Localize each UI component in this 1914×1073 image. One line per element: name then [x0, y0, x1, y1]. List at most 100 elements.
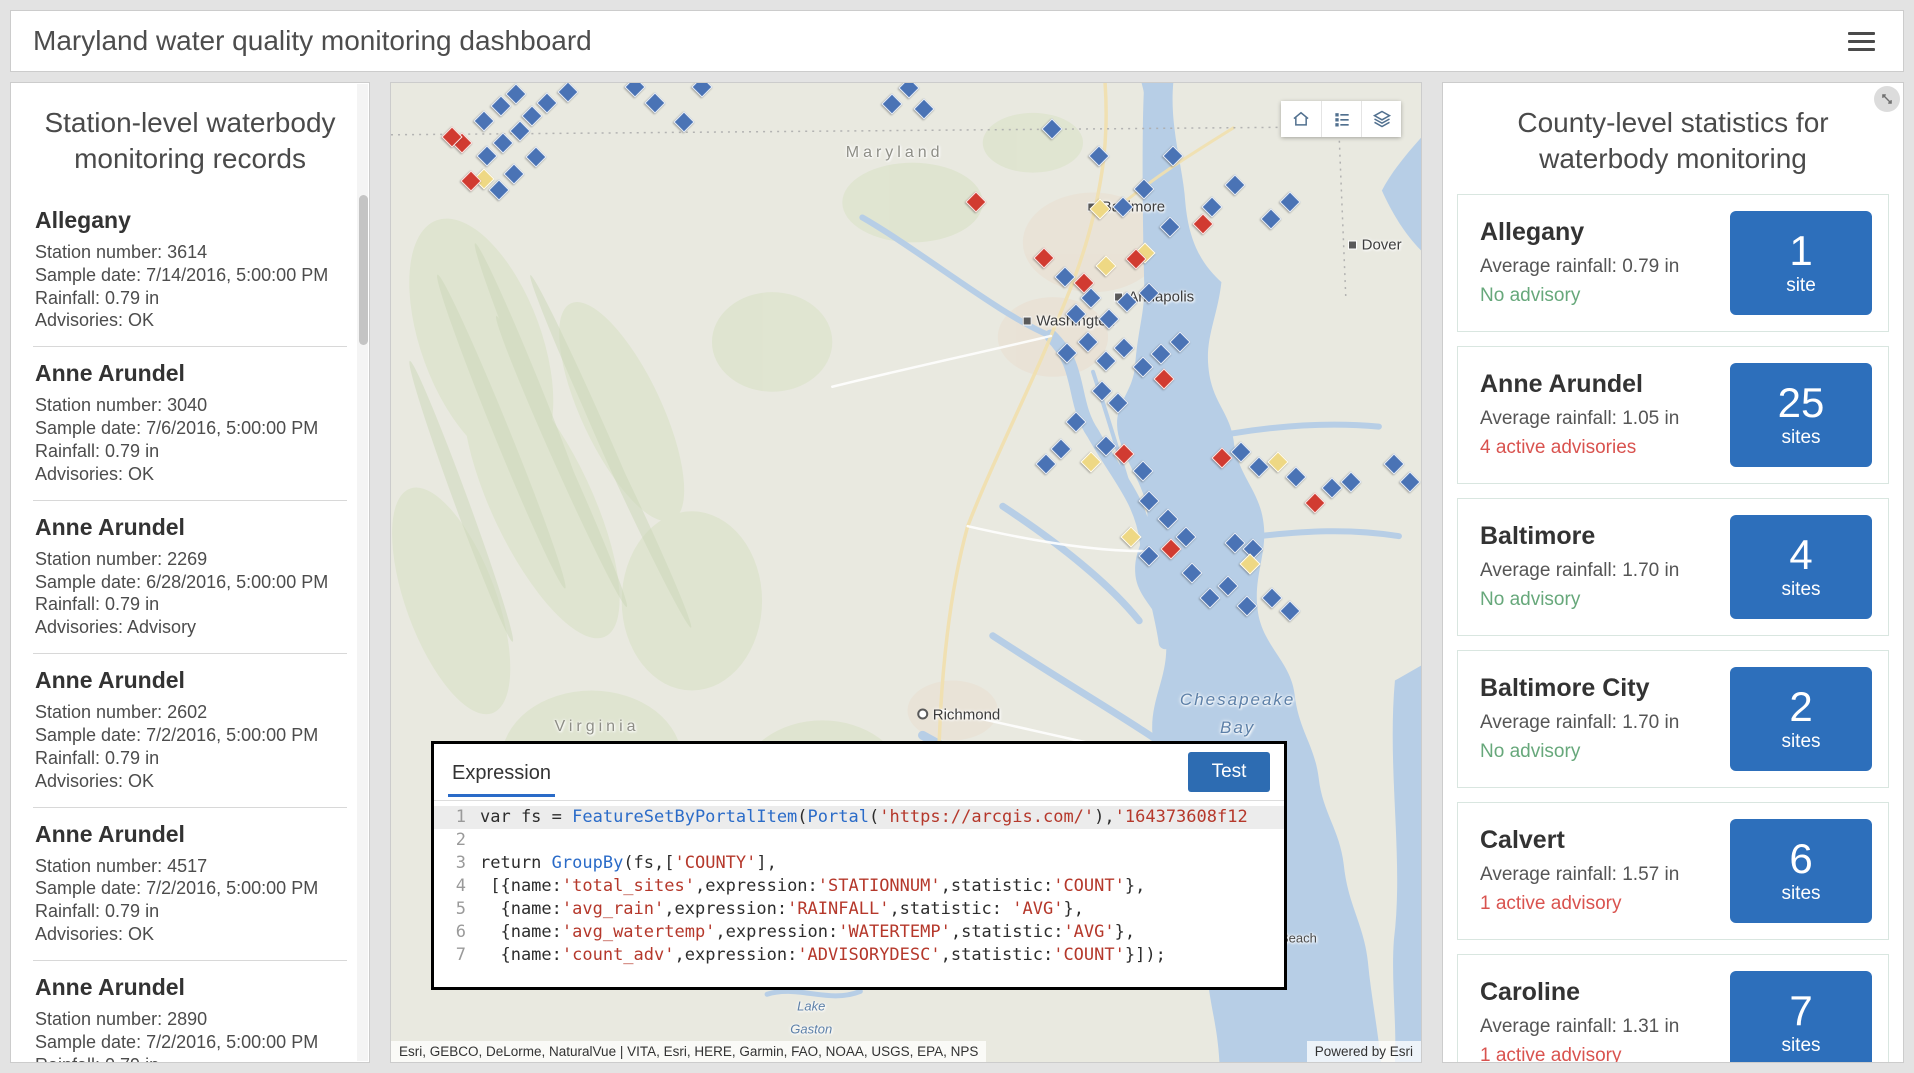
code-token: 'AVG' [1012, 899, 1063, 919]
site-count-value: 7 [1789, 989, 1812, 1033]
site-count-box: 25sites [1730, 363, 1872, 467]
county-card[interactable]: Anne Arundel Average rainfall: 1.05 in 4 a… [1457, 346, 1889, 484]
station-detail: Station number: 4517 [35, 855, 345, 878]
legend-icon [1332, 109, 1352, 129]
county-card[interactable]: Baltimore Average rainfall: 1.70 in No adv… [1457, 498, 1889, 636]
site-count-value: 25 [1778, 381, 1825, 425]
code-token: 'COUNTY' [675, 853, 757, 873]
code-token: ,expression: [695, 876, 818, 896]
station-list-item[interactable]: Anne ArundelStation number: 4517Sample d… [33, 808, 347, 961]
county-card[interactable]: Allegany Average rainfall: 0.79 in No advi… [1457, 194, 1889, 332]
site-count-box: 7sites [1730, 971, 1872, 1063]
code-token: ,expression: [664, 899, 787, 919]
code-line: 5 {name:'avg_rain',expression:'RAINFALL'… [434, 898, 1284, 921]
station-detail: Advisories: OK [35, 463, 345, 486]
county-rainfall: Average rainfall: 1.31 in [1480, 1016, 1679, 1038]
station-list-item[interactable]: Anne ArundelStation number: 2602Sample d… [33, 654, 347, 807]
code-line: 2 [434, 829, 1284, 852]
code-token: ,expression: [674, 945, 797, 965]
site-count-box: 4sites [1730, 515, 1872, 619]
county-advisory: No advisory [1480, 589, 1679, 611]
station-list-item[interactable]: AlleganyStation number: 3614Sample date:… [33, 194, 347, 347]
county-name: Baltimore [1480, 522, 1679, 551]
expand-panel-button[interactable] [1874, 86, 1900, 112]
code-token: {name: [480, 945, 562, 965]
station-detail: Advisories: OK [35, 923, 345, 946]
right-panel-title: County-level statistics for waterbody mo… [1457, 83, 1889, 194]
legend-button[interactable] [1321, 101, 1361, 137]
page-title: Maryland water quality monitoring dashbo… [33, 25, 592, 57]
county-info: Allegany Average rainfall: 0.79 in No advi… [1480, 218, 1679, 307]
county-name: Caroline [1480, 978, 1679, 1007]
map-label: Virginia [554, 718, 639, 736]
code-token: var fs = [480, 807, 572, 827]
site-count-unit: site [1786, 275, 1816, 297]
code-token: 'avg_watertemp' [562, 922, 716, 942]
code-token: ,statistic: [941, 876, 1054, 896]
attribution-text: Esri, GEBCO, DeLorme, NaturalVue | VITA,… [391, 1041, 986, 1062]
site-count-box: 2sites [1730, 667, 1872, 771]
code-token: 'WATERTEMP' [838, 922, 951, 942]
code-token: 'COUNT' [1053, 945, 1125, 965]
county-name: Allegany [1480, 218, 1679, 247]
test-button[interactable]: Test [1188, 752, 1270, 792]
expression-editor-header: Expression Test [434, 744, 1284, 800]
code-token: ), [1094, 807, 1114, 827]
county-rainfall: Average rainfall: 1.70 in [1480, 712, 1679, 734]
county-card[interactable]: CalvertAverage rainfall: 1.57 in1 active… [1457, 802, 1889, 940]
powered-by-esri-link[interactable]: Powered by Esri [1307, 1041, 1421, 1062]
line-number: 1 [434, 806, 480, 829]
station-detail: Advisories: OK [35, 770, 345, 793]
tab-expression[interactable]: Expression [448, 748, 555, 797]
station-detail: Station number: 2890 [35, 1008, 345, 1031]
code-token: ,statistic: [941, 945, 1054, 965]
map-label: Maryland [846, 144, 944, 162]
code-token: (fs,[ [623, 853, 674, 873]
site-count-unit: sites [1781, 579, 1820, 601]
station-name: Anne Arundel [35, 821, 345, 848]
home-button[interactable] [1281, 101, 1321, 137]
code-token: 'COUNT' [1053, 876, 1125, 896]
layers-button[interactable] [1361, 101, 1401, 137]
station-detail: Station number: 3614 [35, 241, 345, 264]
station-detail: Sample date: 6/28/2016, 5:00:00 PM [35, 571, 345, 594]
map[interactable]: MarylandWashingtonBaltimoreAnnapolisDove… [391, 83, 1421, 1062]
station-detail: Sample date: 7/6/2016, 5:00:00 PM [35, 417, 345, 440]
station-list-item[interactable]: Anne ArundelStation number: 2269Sample d… [33, 501, 347, 654]
site-count-unit: sites [1781, 731, 1820, 753]
station-list: AlleganyStation number: 3614Sample date:… [33, 194, 347, 1063]
county-rainfall: Average rainfall: 0.79 in [1480, 256, 1679, 278]
line-number: 2 [434, 829, 480, 852]
code-token: 'RAINFALL' [787, 899, 889, 919]
county-rainfall: Average rainfall: 1.70 in [1480, 560, 1679, 582]
county-advisory: 4 active advisories [1480, 437, 1679, 459]
station-name: Anne Arundel [35, 360, 345, 387]
county-card[interactable]: Caroline Average rainfall: 1.31 in 1 activ… [1457, 954, 1889, 1063]
county-rainfall: Average rainfall: 1.05 in [1480, 408, 1679, 430]
code-text: {name:'avg_rain',expression:'RAINFALL',s… [480, 898, 1084, 921]
dashboard-root: Maryland water quality monitoring dashbo… [0, 0, 1914, 1073]
station-detail: Rainfall: 0.79 in [35, 440, 345, 463]
scrollbar-thumb[interactable] [359, 195, 368, 345]
code-line: 1var fs = FeatureSetByPortalItem(Portal(… [434, 806, 1284, 829]
map-label: Dover [1348, 236, 1402, 253]
code-token: }, [1063, 899, 1083, 919]
code-editor[interactable]: 1var fs = FeatureSetByPortalItem(Portal(… [434, 800, 1284, 987]
map-label: Richmond [917, 707, 1001, 724]
code-token: ( [869, 807, 879, 827]
station-detail: Sample date: 7/2/2016, 5:00:00 PM [35, 1031, 345, 1054]
menu-button[interactable] [1842, 21, 1881, 62]
county-advisory: 1 active advisory [1480, 1045, 1679, 1063]
county-advisory: No advisory [1480, 285, 1679, 307]
hamburger-icon [1848, 32, 1875, 35]
code-text: [{name:'total_sites',expression:'STATION… [480, 875, 1145, 898]
code-token: '164373608f12 [1115, 807, 1248, 827]
station-list-item[interactable]: Anne ArundelStation number: 2890Sample d… [33, 961, 347, 1063]
county-name: Anne Arundel [1480, 370, 1679, 399]
county-rainfall: Average rainfall: 1.57 in [1480, 864, 1679, 886]
site-count-value: 6 [1789, 837, 1812, 881]
station-list-item[interactable]: Anne ArundelStation number: 3040Sample d… [33, 347, 347, 500]
county-card[interactable]: Baltimore CityAverage rainfall: 1.70 inN… [1457, 650, 1889, 788]
expand-icon [1880, 92, 1894, 106]
line-number: 5 [434, 898, 480, 921]
